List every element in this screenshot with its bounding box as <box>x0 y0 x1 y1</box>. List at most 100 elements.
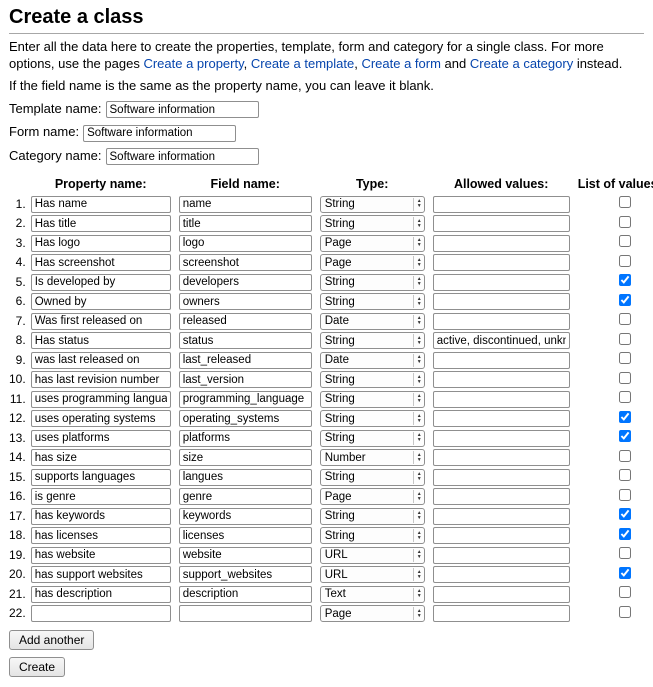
list-of-values-checkbox[interactable] <box>619 606 631 618</box>
list-of-values-checkbox[interactable] <box>619 235 631 247</box>
type-select[interactable]: Page ▲▼ <box>320 488 425 505</box>
field-name-input[interactable] <box>179 254 312 271</box>
type-select[interactable]: String ▲▼ <box>320 527 425 544</box>
form-name-input[interactable] <box>83 125 236 142</box>
list-of-values-checkbox[interactable] <box>619 274 631 286</box>
add-another-button[interactable]: Add another <box>9 630 94 650</box>
allowed-values-input[interactable] <box>433 352 570 369</box>
property-name-input[interactable] <box>31 449 171 466</box>
field-name-input[interactable] <box>179 274 312 291</box>
allowed-values-input[interactable] <box>433 410 570 427</box>
field-name-input[interactable] <box>179 449 312 466</box>
property-name-input[interactable] <box>31 332 171 349</box>
type-select[interactable]: String ▲▼ <box>320 410 425 427</box>
allowed-values-input[interactable] <box>433 547 570 564</box>
field-name-input[interactable] <box>179 586 312 603</box>
allowed-values-input[interactable] <box>433 293 570 310</box>
type-select[interactable]: String ▲▼ <box>320 430 425 447</box>
allowed-values-input[interactable] <box>433 371 570 388</box>
allowed-values-input[interactable] <box>433 605 570 622</box>
property-name-input[interactable] <box>31 566 171 583</box>
list-of-values-checkbox[interactable] <box>619 489 631 501</box>
property-name-input[interactable] <box>31 430 171 447</box>
allowed-values-input[interactable] <box>433 566 570 583</box>
field-name-input[interactable] <box>179 371 312 388</box>
list-of-values-checkbox[interactable] <box>619 216 631 228</box>
allowed-values-input[interactable] <box>433 508 570 525</box>
field-name-input[interactable] <box>179 508 312 525</box>
field-name-input[interactable] <box>179 313 312 330</box>
field-name-input[interactable] <box>179 469 312 486</box>
list-of-values-checkbox[interactable] <box>619 333 631 345</box>
allowed-values-input[interactable] <box>433 430 570 447</box>
property-name-input[interactable] <box>31 586 171 603</box>
list-of-values-checkbox[interactable] <box>619 196 631 208</box>
template-name-input[interactable] <box>106 101 259 118</box>
list-of-values-checkbox[interactable] <box>619 469 631 481</box>
type-select[interactable]: String ▲▼ <box>320 274 425 291</box>
list-of-values-checkbox[interactable] <box>619 450 631 462</box>
type-select[interactable]: Page ▲▼ <box>320 235 425 252</box>
list-of-values-checkbox[interactable] <box>619 586 631 598</box>
field-name-input[interactable] <box>179 235 312 252</box>
type-select[interactable]: Date ▲▼ <box>320 313 425 330</box>
type-select[interactable]: Page ▲▼ <box>320 254 425 271</box>
allowed-values-input[interactable] <box>433 586 570 603</box>
type-select[interactable]: String ▲▼ <box>320 293 425 310</box>
allowed-values-input[interactable] <box>433 488 570 505</box>
property-name-input[interactable] <box>31 254 171 271</box>
property-name-input[interactable] <box>31 313 171 330</box>
type-select[interactable]: Date ▲▼ <box>320 352 425 369</box>
type-select[interactable]: Text ▲▼ <box>320 586 425 603</box>
type-select[interactable]: String ▲▼ <box>320 215 425 232</box>
property-name-input[interactable] <box>31 547 171 564</box>
type-select[interactable]: String ▲▼ <box>320 196 425 213</box>
field-name-input[interactable] <box>179 410 312 427</box>
create-button[interactable]: Create <box>9 657 65 677</box>
allowed-values-input[interactable] <box>433 332 570 349</box>
allowed-values-input[interactable] <box>433 313 570 330</box>
category-name-input[interactable] <box>106 148 259 165</box>
field-name-input[interactable] <box>179 527 312 544</box>
create-form-link[interactable]: Create a form <box>361 56 440 71</box>
property-name-input[interactable] <box>31 215 171 232</box>
list-of-values-checkbox[interactable] <box>619 411 631 423</box>
field-name-input[interactable] <box>179 566 312 583</box>
list-of-values-checkbox[interactable] <box>619 547 631 559</box>
field-name-input[interactable] <box>179 352 312 369</box>
list-of-values-checkbox[interactable] <box>619 255 631 267</box>
property-name-input[interactable] <box>31 371 171 388</box>
list-of-values-checkbox[interactable] <box>619 528 631 540</box>
create-category-link[interactable]: Create a category <box>470 56 573 71</box>
property-name-input[interactable] <box>31 605 171 622</box>
property-name-input[interactable] <box>31 274 171 291</box>
type-select[interactable]: String ▲▼ <box>320 332 425 349</box>
list-of-values-checkbox[interactable] <box>619 313 631 325</box>
allowed-values-input[interactable] <box>433 391 570 408</box>
type-select[interactable]: String ▲▼ <box>320 469 425 486</box>
allowed-values-input[interactable] <box>433 196 570 213</box>
allowed-values-input[interactable] <box>433 274 570 291</box>
field-name-input[interactable] <box>179 293 312 310</box>
allowed-values-input[interactable] <box>433 469 570 486</box>
property-name-input[interactable] <box>31 352 171 369</box>
field-name-input[interactable] <box>179 391 312 408</box>
field-name-input[interactable] <box>179 488 312 505</box>
allowed-values-input[interactable] <box>433 215 570 232</box>
property-name-input[interactable] <box>31 488 171 505</box>
field-name-input[interactable] <box>179 196 312 213</box>
type-select[interactable]: String ▲▼ <box>320 391 425 408</box>
property-name-input[interactable] <box>31 508 171 525</box>
type-select[interactable]: Page ▲▼ <box>320 605 425 622</box>
allowed-values-input[interactable] <box>433 527 570 544</box>
property-name-input[interactable] <box>31 469 171 486</box>
allowed-values-input[interactable] <box>433 449 570 466</box>
property-name-input[interactable] <box>31 527 171 544</box>
allowed-values-input[interactable] <box>433 254 570 271</box>
field-name-input[interactable] <box>179 547 312 564</box>
type-select[interactable]: String ▲▼ <box>320 508 425 525</box>
field-name-input[interactable] <box>179 332 312 349</box>
list-of-values-checkbox[interactable] <box>619 294 631 306</box>
property-name-input[interactable] <box>31 293 171 310</box>
create-property-link[interactable]: Create a property <box>143 56 243 71</box>
